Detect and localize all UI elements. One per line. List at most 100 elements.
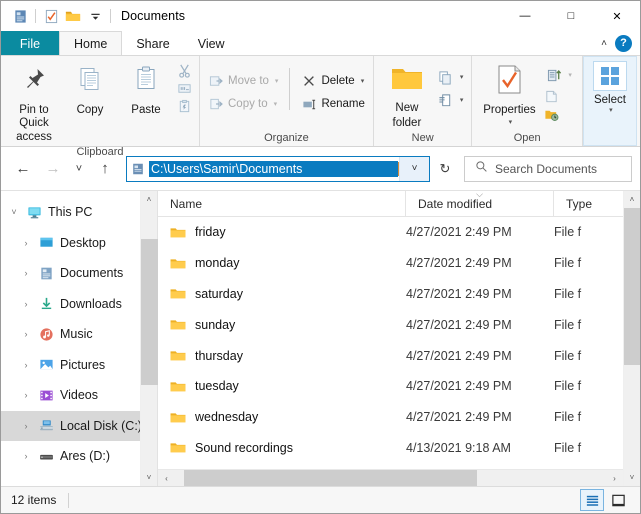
scroll-left-icon[interactable]: ‹ xyxy=(158,470,175,487)
select-caret-icon[interactable]: ▾ xyxy=(609,106,613,114)
table-row[interactable]: wednesday 4/27/2021 2:49 PM File f xyxy=(158,402,623,433)
table-row[interactable]: monday 4/27/2021 2:49 PM File f xyxy=(158,248,623,279)
easy-access-caret-icon[interactable]: ▾ xyxy=(460,96,464,104)
open-caret-icon[interactable]: ▾ xyxy=(568,71,572,79)
copy-icon xyxy=(73,63,107,102)
scroll-right-icon[interactable]: › xyxy=(606,470,623,487)
sidebar-item-documents[interactable]: › Documents xyxy=(1,258,140,289)
collapse-ribbon-icon[interactable]: ˄ xyxy=(601,38,607,49)
tab-share[interactable]: Share xyxy=(122,31,183,55)
chevron-right-icon[interactable]: › xyxy=(17,390,35,400)
search-box[interactable]: Search Documents xyxy=(464,156,632,182)
chevron-right-icon[interactable]: › xyxy=(17,421,35,431)
nav-scroll-thumb[interactable] xyxy=(141,239,158,385)
move-to-button[interactable]: Move to ▾ xyxy=(205,70,281,92)
tab-file[interactable]: File xyxy=(1,31,59,55)
row-type-cell: File f xyxy=(554,225,623,239)
search-icon xyxy=(475,160,488,178)
chevron-down-icon[interactable]: ˅ xyxy=(5,207,23,217)
chevron-right-icon[interactable]: › xyxy=(17,451,35,461)
properties-caret-icon[interactable]: ▾ xyxy=(509,118,513,126)
delete-caret-icon[interactable]: ▾ xyxy=(361,77,365,85)
address-dropdown-button[interactable]: ˅ xyxy=(399,157,429,181)
properties-icon[interactable] xyxy=(40,5,62,27)
table-row[interactable]: sunday 4/27/2021 2:49 PM File f xyxy=(158,309,623,340)
chevron-right-icon[interactable]: › xyxy=(17,268,35,278)
cut-icon[interactable] xyxy=(176,62,192,78)
properties-button[interactable]: Properties ▾ xyxy=(477,60,541,126)
new-folder-icon[interactable] xyxy=(62,5,84,27)
sidebar-item-pictures[interactable]: › Pictures xyxy=(1,350,140,381)
easy-access-button[interactable]: ▾ xyxy=(435,89,467,111)
sidebar-item-desktop[interactable]: › Desktop xyxy=(1,228,140,259)
pin-to-quick-access-button[interactable]: Pin to Quick access xyxy=(6,60,62,144)
scroll-up-icon[interactable]: ˄ xyxy=(141,191,158,208)
ribbon-group-new: New folder ▾ xyxy=(374,56,473,146)
maximize-button[interactable]: □ xyxy=(548,1,594,31)
history-icon[interactable] xyxy=(543,106,559,122)
sidebar-item-local-disk-c[interactable]: › Local Disk (C:) xyxy=(1,411,140,442)
scroll-up-icon[interactable]: ˄ xyxy=(624,191,641,208)
open-button[interactable]: ▾ xyxy=(543,64,575,86)
desktop-icon xyxy=(35,235,57,250)
scroll-down-icon[interactable]: ˅ xyxy=(624,469,641,486)
sidebar-item-ares-d[interactable]: › Ares (D:) xyxy=(1,441,140,472)
ribbon-group-select[interactable]: Select ▾ xyxy=(583,56,637,146)
move-to-caret-icon[interactable]: ▾ xyxy=(275,77,279,85)
column-header-name[interactable]: Name xyxy=(158,191,406,217)
chevron-right-icon[interactable]: › xyxy=(17,299,35,309)
file-scroll-thumb[interactable] xyxy=(624,208,641,365)
customize-qat-chevron-icon[interactable] xyxy=(84,5,106,27)
table-row[interactable]: Sound recordings 4/13/2021 9:18 AM File … xyxy=(158,433,623,464)
large-icons-view-button[interactable] xyxy=(606,489,630,511)
column-header-type[interactable]: Type xyxy=(554,191,623,217)
folder-icon xyxy=(170,257,186,270)
minimize-button[interactable]: — xyxy=(502,1,548,31)
chevron-right-icon[interactable]: › xyxy=(17,238,35,248)
hscroll-track[interactable] xyxy=(175,470,606,487)
copy-button[interactable]: Copy xyxy=(62,60,118,117)
help-icon[interactable]: ? xyxy=(615,35,632,52)
sidebar-item-downloads[interactable]: › Downloads xyxy=(1,289,140,320)
sidebar-item-this-pc[interactable]: ˅ This PC xyxy=(1,197,140,228)
search-input[interactable]: Search Documents xyxy=(495,162,597,176)
sidebar-item-music[interactable]: › Music xyxy=(1,319,140,350)
row-name-cell: saturday xyxy=(158,287,406,301)
file-list-scrollbar[interactable]: ˄ ˅ xyxy=(623,191,640,486)
table-row[interactable]: tuesday 4/27/2021 2:49 PM File f xyxy=(158,371,623,402)
navigation-pane-scrollbar[interactable]: ˄ ˅ xyxy=(140,191,157,486)
copy-to-caret-icon[interactable]: ▾ xyxy=(274,100,278,108)
delete-button[interactable]: Delete ▾ xyxy=(298,70,367,92)
paste-shortcut-icon[interactable] xyxy=(176,98,192,114)
tab-home[interactable]: Home xyxy=(59,31,122,55)
new-item-button[interactable]: ▾ xyxy=(435,66,467,88)
copy-to-button[interactable]: Copy to ▾ xyxy=(205,93,281,115)
ribbon-group-label-new: New xyxy=(374,130,472,146)
table-row[interactable]: thursday 4/27/2021 2:49 PM File f xyxy=(158,340,623,371)
chevron-right-icon[interactable]: › xyxy=(17,360,35,370)
file-scroll-track[interactable] xyxy=(624,208,641,469)
table-row[interactable]: friday 4/27/2021 2:49 PM File f xyxy=(158,217,623,248)
file-rows: friday 4/27/2021 2:49 PM File f monday 4… xyxy=(158,217,623,469)
scroll-down-icon[interactable]: ˅ xyxy=(141,469,158,486)
edit-icon[interactable] xyxy=(543,88,559,104)
file-explorer-icon[interactable] xyxy=(9,5,31,27)
tab-view[interactable]: View xyxy=(184,31,239,55)
new-item-caret-icon[interactable]: ▾ xyxy=(460,73,464,81)
column-header-date-modified[interactable]: ⌵ Date modified xyxy=(406,191,554,217)
copy-path-icon[interactable] xyxy=(176,80,192,96)
paste-button[interactable]: Paste xyxy=(118,60,174,117)
chevron-right-icon[interactable]: › xyxy=(17,329,35,339)
refresh-button[interactable]: ↻ xyxy=(432,156,458,182)
pin-to-quick-access-label-2: access xyxy=(16,131,52,144)
hscroll-thumb[interactable] xyxy=(184,470,477,487)
new-folder-button[interactable]: New folder xyxy=(379,60,435,129)
nav-scroll-track[interactable] xyxy=(141,208,158,469)
sort-indicator-icon: ⌵ xyxy=(476,191,483,200)
close-button[interactable]: ✕ xyxy=(594,1,640,31)
table-row[interactable]: saturday 4/27/2021 2:49 PM File f xyxy=(158,279,623,310)
file-list-horizontal-scrollbar[interactable]: ‹ › xyxy=(158,469,623,486)
rename-button[interactable]: Rename xyxy=(298,93,367,115)
details-view-button[interactable] xyxy=(580,489,604,511)
sidebar-item-videos[interactable]: › Videos xyxy=(1,380,140,411)
